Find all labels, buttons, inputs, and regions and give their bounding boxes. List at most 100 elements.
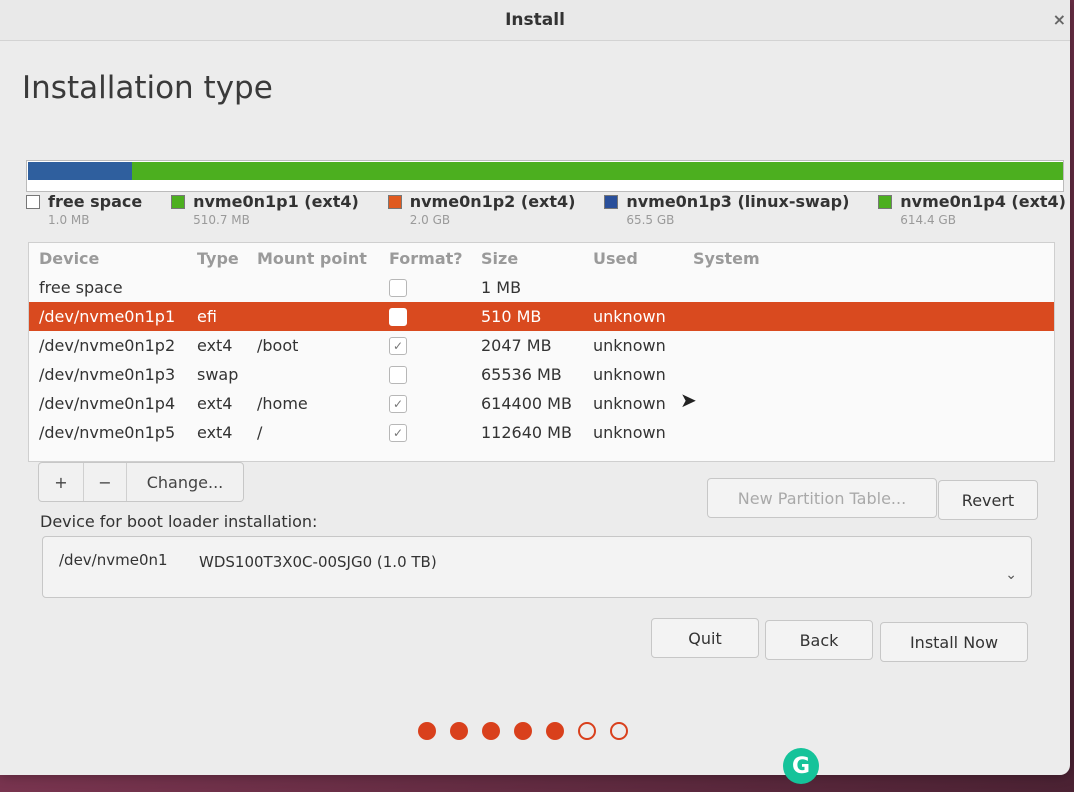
- legend-size: 510.7 MB: [193, 213, 250, 227]
- legend-label: nvme0n1p1 (ext4): [193, 192, 359, 211]
- cell-device: /dev/nvme0n1p2: [39, 336, 176, 355]
- table-header: Device Type Mount point Format? Size Used Syst…: [29, 243, 1054, 273]
- column-header[interactable]: Used: [593, 249, 693, 268]
- partition-legend: free space 1.0 MB nvme0n1p1 (ext4) 510.7 MB…: [26, 192, 1066, 227]
- legend-label: nvme0n1p4 (ext4): [900, 192, 1066, 211]
- legend-size: 2.0 GB: [409, 213, 451, 227]
- cell-format: ✓: [389, 336, 481, 355]
- progress-dot: [514, 722, 532, 740]
- cell-type: swap: [197, 365, 239, 384]
- table-row[interactable]: /dev/nvme0n1p1 efi 510 MB unknown: [29, 302, 1054, 331]
- legend-label: nvme0n1p2 (ext4): [409, 192, 576, 211]
- legend-item: nvme0n1p1 (ext4) 510.7 MB: [171, 192, 359, 227]
- cell-type: efi: [197, 307, 217, 326]
- partition-bar-segment: [131, 162, 1063, 180]
- cell-type: ext4: [197, 336, 233, 355]
- cell-size: 112640 MB: [481, 423, 572, 442]
- legend-size: 614.4 GB: [900, 213, 956, 227]
- legend-swatch: [171, 194, 186, 209]
- legend-label: free space: [48, 192, 143, 211]
- cell-type: ext4: [197, 394, 233, 413]
- page-title: Installation type: [22, 70, 273, 106]
- boot-loader-label: Device for boot loader installation:: [40, 512, 318, 531]
- cell-size: 2047 MB: [481, 336, 552, 355]
- format-checkbox[interactable]: [389, 365, 407, 384]
- cell-size: 65536 MB: [481, 365, 562, 384]
- progress-dot: [578, 722, 596, 740]
- progress-dot: [482, 722, 500, 740]
- progress-dot: [450, 722, 468, 740]
- window-title: Install: [505, 10, 565, 30]
- mouse-cursor-icon: ➤: [680, 388, 697, 412]
- grammarly-icon[interactable]: G: [783, 748, 819, 784]
- install-now-button[interactable]: Install Now: [880, 622, 1028, 662]
- table-row[interactable]: /dev/nvme0n1p2 ext4/boot ✓ 2047 MB unknown: [29, 331, 1054, 360]
- revert-button[interactable]: Revert: [938, 480, 1038, 520]
- new-partition-table-button[interactable]: New Partition Table...: [707, 478, 937, 518]
- cell-mount-point: /boot: [257, 336, 299, 355]
- cell-format: ✓: [389, 423, 481, 442]
- legend-item: nvme0n1p4 (ext4) 614.4 GB: [878, 192, 1066, 227]
- table-row[interactable]: /dev/nvme0n1p5 ext4 / ✓ 112640 MB unknown: [29, 418, 1054, 447]
- progress-dot: [546, 722, 564, 740]
- format-checkbox[interactable]: ✓: [389, 336, 407, 355]
- cell-device: /dev/nvme0n1p5: [39, 423, 176, 442]
- quit-button[interactable]: Quit: [651, 618, 759, 658]
- table-row[interactable]: /dev/nvme0n1p3 swap 65536 MB unknown: [29, 360, 1054, 389]
- cell-device: /dev/nvme0n1p3: [39, 365, 176, 384]
- progress-dot: [610, 722, 628, 740]
- close-icon[interactable]: ×: [1053, 10, 1066, 29]
- cell-used: unknown: [593, 423, 666, 442]
- partition-table[interactable]: Device Type Mount point Format? Size Used Syst…: [28, 242, 1055, 462]
- legend-item: nvme0n1p3 (linux-swap) 65.5 GB: [604, 192, 849, 227]
- column-header[interactable]: Type: [197, 249, 257, 268]
- cell-size: 510 MB: [481, 307, 542, 326]
- legend-size: 65.5 GB: [626, 213, 675, 227]
- partition-bar: [26, 160, 1064, 192]
- partition-tools: + − Change...: [38, 462, 244, 502]
- cell-used: unknown: [593, 365, 666, 384]
- format-checkbox[interactable]: [389, 278, 407, 297]
- add-partition-button[interactable]: +: [39, 463, 84, 501]
- title-bar: Install ×: [0, 0, 1070, 41]
- cell-used: unknown: [593, 307, 666, 326]
- progress-dot: [418, 722, 436, 740]
- legend-swatch: [26, 194, 40, 209]
- legend-size: 1.0 MB: [48, 213, 90, 227]
- cell-type: ext4: [197, 423, 233, 442]
- installer-window: Install × Installation type free space 1.…: [0, 0, 1070, 775]
- format-checkbox[interactable]: [389, 307, 407, 326]
- column-header[interactable]: System: [693, 249, 873, 268]
- cell-format: [389, 365, 481, 384]
- boot-loader-device-select[interactable]: /dev/nvme0n1 WDS100T3X0C-00SJG0 (1.0 TB)…: [42, 536, 1032, 598]
- cell-used: unknown: [593, 336, 666, 355]
- format-checkbox[interactable]: ✓: [389, 394, 407, 413]
- cell-size: 614400 MB: [481, 394, 572, 413]
- table-row[interactable]: free space 1 MB: [29, 273, 1054, 302]
- cell-format: [389, 278, 481, 297]
- legend-swatch: [387, 194, 402, 209]
- legend-swatch: [878, 194, 893, 209]
- change-partition-button[interactable]: Change...: [127, 463, 243, 501]
- column-header[interactable]: Mount point: [257, 249, 389, 268]
- remove-partition-button[interactable]: −: [84, 463, 127, 501]
- cell-device: /dev/nvme0n1p4: [39, 394, 176, 413]
- back-button[interactable]: Back: [765, 620, 873, 660]
- column-header[interactable]: Device: [39, 249, 197, 268]
- cell-used: unknown: [593, 394, 666, 413]
- boot-device: /dev/nvme0n1: [59, 551, 168, 569]
- legend-label: nvme0n1p3 (linux-swap): [626, 192, 850, 211]
- partition-bar-segment: [28, 162, 132, 180]
- column-header[interactable]: Format?: [389, 249, 481, 268]
- legend-item: free space 1.0 MB: [26, 192, 142, 227]
- cell-format: [389, 307, 481, 326]
- format-checkbox[interactable]: ✓: [389, 423, 407, 442]
- column-header[interactable]: Size: [481, 249, 593, 268]
- cell-mount-point: /home: [257, 394, 308, 413]
- legend-swatch: [604, 194, 619, 209]
- cell-mount-point: /: [257, 423, 263, 442]
- cell-device: free space: [39, 278, 123, 297]
- cell-device: /dev/nvme0n1p1: [39, 307, 176, 326]
- boot-device-model: WDS100T3X0C-00SJG0 (1.0 TB): [199, 553, 437, 571]
- table-row[interactable]: /dev/nvme0n1p4 ext4/home ✓ 614400 MB unknown: [29, 389, 1054, 418]
